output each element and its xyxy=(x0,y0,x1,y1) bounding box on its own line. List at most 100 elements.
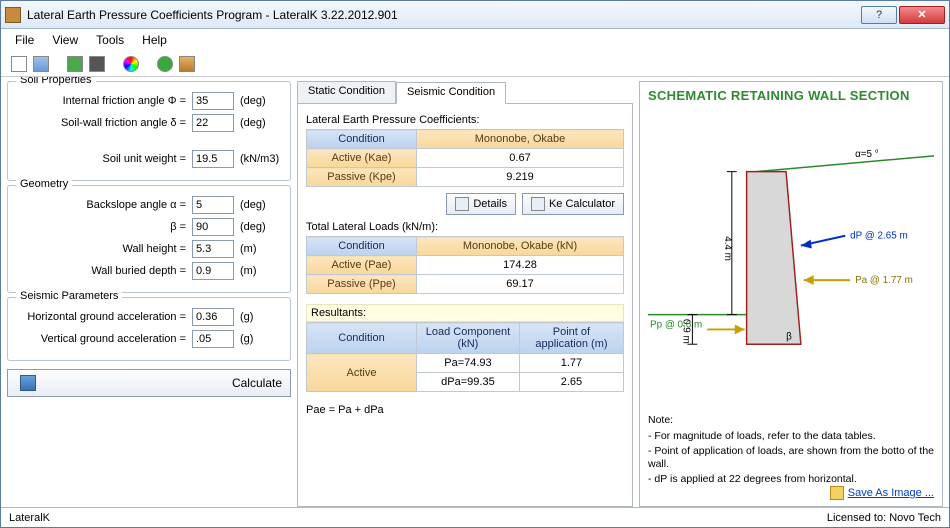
schematic-title: SCHEMATIC RETAINING WALL SECTION xyxy=(648,88,934,104)
toolbar-separator xyxy=(111,56,117,72)
app-window: Lateral Earth Pressure Coefficients Prog… xyxy=(0,0,950,528)
note-header: Note: xyxy=(648,414,934,427)
titlebar: Lateral Earth Pressure Coefficients Prog… xyxy=(1,1,949,29)
menu-file[interactable]: File xyxy=(15,33,34,47)
coeff-row-val: 0.67 xyxy=(417,149,624,168)
seismic-group: Seismic Parameters Horizontal ground acc… xyxy=(7,297,291,361)
resultants-title: Resultants: xyxy=(306,304,624,322)
exit-icon[interactable] xyxy=(179,56,195,72)
pp-annotation: Pp @ 0.6 m xyxy=(650,319,702,330)
ah-unit: (g) xyxy=(240,311,282,323)
note-line: - Point of application of loads, are sho… xyxy=(648,445,934,471)
coeff-title: Lateral Earth Pressure Coefficients: xyxy=(306,114,624,126)
kecalc-icon xyxy=(531,197,545,211)
wall-depth-unit: (m) xyxy=(240,265,282,277)
coeff-table: Condition Mononobe, Okabe Active (Kae) 0… xyxy=(306,129,624,187)
av-unit: (g) xyxy=(240,333,282,345)
help-icon[interactable] xyxy=(157,56,173,72)
phi-unit: (deg) xyxy=(240,95,282,107)
gamma-unit: (kN/m3) xyxy=(240,153,282,165)
color-icon[interactable] xyxy=(123,56,139,72)
save-image-link[interactable]: Save As Image ... xyxy=(848,487,934,499)
note-line: - For magnitude of loads, refer to the d… xyxy=(648,430,934,443)
coeff-row-cond: Active (Kae) xyxy=(307,149,417,168)
statusbar: LateralK Licensed to: Novo Tech xyxy=(1,507,949,527)
geometry-group: Geometry Backslope angle α = (deg) β = (… xyxy=(7,185,291,293)
resultants-table: Condition Load Component (kN) Point of a… xyxy=(306,322,624,392)
gamma-input[interactable] xyxy=(192,150,234,168)
status-left: LateralK xyxy=(9,512,50,524)
ah-input[interactable] xyxy=(192,308,234,326)
res-pt: 1.77 xyxy=(519,354,623,373)
window-title: Lateral Earth Pressure Coefficients Prog… xyxy=(27,8,861,22)
dp-annotation: dP @ 2.65 m xyxy=(850,230,908,241)
menu-help[interactable]: Help xyxy=(142,33,167,47)
delta-input[interactable] xyxy=(192,114,234,132)
coeff-buttons: Details Ke Calculator xyxy=(306,193,624,215)
delta-unit: (deg) xyxy=(240,117,282,129)
toolbar-separator xyxy=(145,56,151,72)
delta-label: Soil-wall friction angle δ = xyxy=(16,117,186,129)
calculate-label: Calculate xyxy=(232,376,282,390)
alpha-input[interactable] xyxy=(192,196,234,214)
pa-annotation: Pa @ 1.77 m xyxy=(855,275,913,286)
menu-view[interactable]: View xyxy=(52,33,78,47)
loads-title: Total Lateral Loads (kN/m): xyxy=(306,221,624,233)
save-image-icon xyxy=(830,486,844,500)
kecalc-button[interactable]: Ke Calculator xyxy=(522,193,624,215)
details-icon xyxy=(455,197,469,211)
loads-row-val: 174.28 xyxy=(417,256,624,275)
table-icon[interactable] xyxy=(33,56,49,72)
window-buttons: ? ✕ xyxy=(861,6,945,24)
wall-height-unit: (m) xyxy=(240,243,282,255)
res-hdr-pt: Point of application (m) xyxy=(519,323,623,354)
loads-row-cond: Passive (Ppe) xyxy=(307,275,417,294)
res-load: Pa=74.93 xyxy=(417,354,520,373)
wall-depth-label: Wall buried depth = xyxy=(16,265,186,277)
kecalc-label: Ke Calculator xyxy=(549,198,615,210)
left-column: Soil Properties Internal friction angle … xyxy=(7,81,291,507)
beta-unit: (deg) xyxy=(240,221,282,233)
av-label: Vertical ground acceleration = xyxy=(16,333,186,345)
phi-input[interactable] xyxy=(192,92,234,110)
loads-table: Condition Mononobe, Okabe (kN) Active (P… xyxy=(306,236,624,294)
gamma-label: Soil unit weight = xyxy=(16,153,186,165)
res-load: dPa=99.35 xyxy=(417,373,520,392)
print-icon[interactable] xyxy=(89,56,105,72)
tabs: Static Condition Seismic Condition xyxy=(297,81,633,103)
coeff-row-cond: Passive (Kpe) xyxy=(307,168,417,187)
close-button[interactable]: ✕ xyxy=(899,6,945,24)
res-hdr-load: Load Component (kN) xyxy=(417,323,520,354)
details-button[interactable]: Details xyxy=(446,193,516,215)
res-cond: Active xyxy=(307,354,417,392)
loads-hdr-condition: Condition xyxy=(307,237,417,256)
right-column: SCHEMATIC RETAINING WALL SECTION 4.4 m xyxy=(639,81,943,507)
status-right: Licensed to: Novo Tech xyxy=(827,512,941,524)
new-icon[interactable] xyxy=(11,56,27,72)
phi-label: Internal friction angle Φ = xyxy=(16,95,186,107)
wall-height-input[interactable] xyxy=(192,240,234,258)
alpha-unit: (deg) xyxy=(240,199,282,211)
seismic-legend: Seismic Parameters xyxy=(16,290,122,302)
beta-input[interactable] xyxy=(192,218,234,236)
import-icon[interactable] xyxy=(67,56,83,72)
app-icon xyxy=(5,7,21,23)
coeff-hdr-mo: Mononobe, Okabe xyxy=(417,130,624,149)
wall-depth-input[interactable] xyxy=(192,262,234,280)
beta-label: β = xyxy=(16,221,186,233)
wall-height-label: Wall height = xyxy=(16,243,186,255)
loads-row-cond: Active (Pae) xyxy=(307,256,417,275)
tab-body: Lateral Earth Pressure Coefficients: Con… xyxy=(297,103,633,507)
calculate-button[interactable]: Calculate xyxy=(7,369,291,397)
help-button[interactable]: ? xyxy=(861,6,897,24)
h-dim-label: 4.4 m xyxy=(722,236,733,261)
toolbar-separator xyxy=(55,56,61,72)
tab-seismic[interactable]: Seismic Condition xyxy=(396,82,506,104)
av-input[interactable] xyxy=(192,330,234,348)
tab-static[interactable]: Static Condition xyxy=(297,81,396,103)
menu-tools[interactable]: Tools xyxy=(96,33,124,47)
coeff-row-val: 9.219 xyxy=(417,168,624,187)
note-line: - dP is applied at 22 degrees from horiz… xyxy=(648,473,934,486)
details-label: Details xyxy=(473,198,507,210)
content-area: Soil Properties Internal friction angle … xyxy=(1,77,949,507)
